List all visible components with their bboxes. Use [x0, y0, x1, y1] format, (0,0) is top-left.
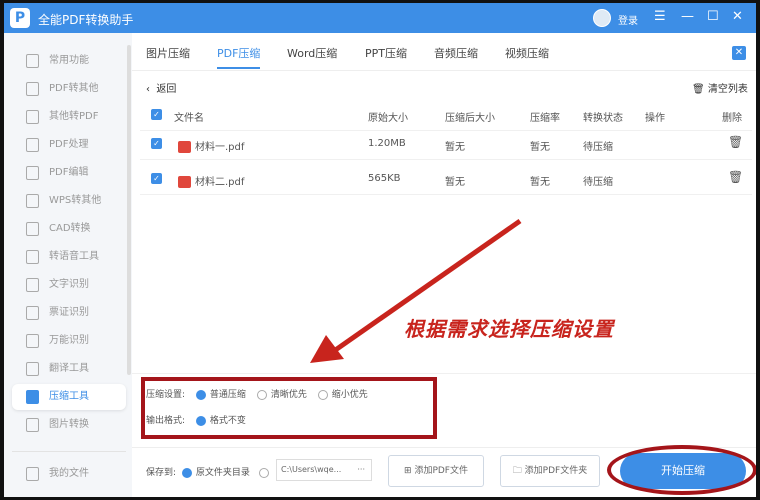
annotation-highlight-box	[141, 377, 437, 439]
source-dir-label: 原文件夹目录	[195, 468, 250, 478]
save-to-label: 保存到:	[146, 468, 177, 478]
annotation-ellipse	[607, 445, 756, 495]
save-path-input[interactable]: C:\Users\wqe... ···	[276, 459, 372, 481]
save-path-value: C:\Users\wqe...	[281, 465, 342, 474]
annotation-text: 根据需求选择压缩设置	[404, 317, 614, 341]
add-file-label: 添加PDF文件	[414, 466, 468, 476]
app-window: P 全能PDF转换助手 登录 ☰ — ☐ ✕ 常用功能 PDF转其他 其他转PDF P…	[4, 3, 756, 497]
add-folder-label: 添加PDF文件夹	[524, 466, 588, 476]
folder-icon: 🗀	[512, 466, 522, 476]
radio-source-dir[interactable]	[181, 467, 192, 478]
radio-custom-dir[interactable]	[258, 467, 269, 478]
browse-button[interactable]: ···	[357, 460, 365, 480]
add-pdf-file-button[interactable]: ⊞ 添加PDF文件	[388, 455, 484, 487]
add-pdf-folder-button[interactable]: 🗀 添加PDF文件夹	[500, 455, 600, 487]
save-to-row: 保存到: 原文件夹目录	[146, 465, 273, 478]
plus-file-icon: ⊞	[404, 466, 412, 476]
